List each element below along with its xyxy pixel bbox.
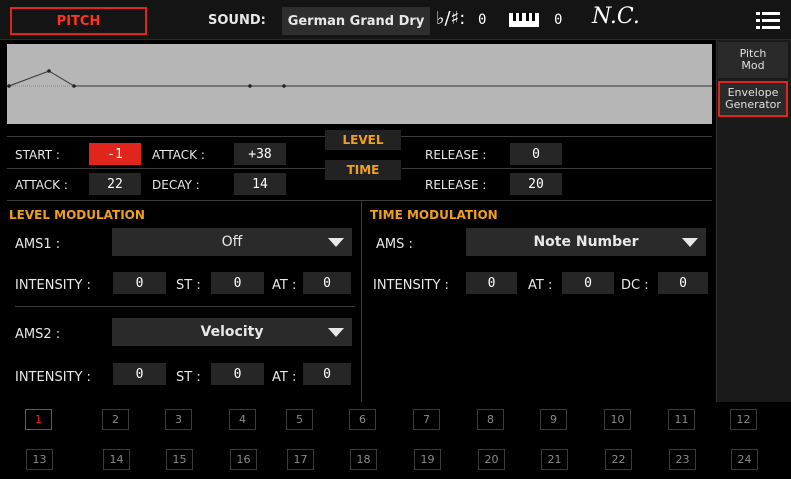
ams2-at-field[interactable]: 0 <box>303 363 351 385</box>
level-tag: LEVEL <box>325 130 401 150</box>
ams1-st-field[interactable]: 0 <box>211 272 264 294</box>
release-time-label: RELEASE : <box>425 178 487 192</box>
chevron-down-icon <box>328 328 344 337</box>
release-level-field[interactable]: 0 <box>510 143 562 165</box>
attack-time-label: ATTACK : <box>15 178 68 192</box>
dc-label: DC : <box>621 278 649 293</box>
pad-button-1[interactable]: 1 <box>25 409 52 430</box>
sound-selector[interactable]: German Grand Dry <box>282 7 430 35</box>
pad-button-14[interactable]: 14 <box>103 449 130 470</box>
decay-time-label: DECAY : <box>152 178 200 192</box>
tab-pitch-mod[interactable]: Pitch Mod <box>718 42 788 78</box>
divider <box>7 200 712 201</box>
pad-button-3[interactable]: 3 <box>165 409 192 430</box>
release-time-field[interactable]: 20 <box>510 173 562 195</box>
st-label: ST : <box>176 370 201 385</box>
attack-level-label: ATTACK : <box>152 148 205 162</box>
time-ams-dropdown[interactable]: Note Number <box>466 228 706 256</box>
ams2-dropdown[interactable]: Velocity <box>112 318 352 346</box>
decay-time-field[interactable]: 14 <box>234 173 286 195</box>
flat-sharp-icon: ♭/♯: <box>436 8 466 29</box>
chevron-down-icon <box>328 238 344 247</box>
pad-button-8[interactable]: 8 <box>477 409 504 430</box>
ams2-st-field[interactable]: 0 <box>211 363 264 385</box>
time-modulation-title: TIME MODULATION <box>370 208 498 222</box>
ams2-label: AMS2 : <box>15 327 61 342</box>
intensity-label: INTENSITY : <box>15 370 91 385</box>
keyboard-icon <box>509 12 539 27</box>
intensity-label: INTENSITY : <box>373 278 449 293</box>
chord-display: N.C. <box>592 4 640 29</box>
pad-button-15[interactable]: 15 <box>166 449 193 470</box>
pad-button-19[interactable]: 19 <box>414 449 441 470</box>
pad-button-10[interactable]: 10 <box>604 409 631 430</box>
ams1-intensity-field[interactable]: 0 <box>113 272 166 294</box>
pad-button-24[interactable]: 24 <box>731 449 758 470</box>
pad-button-23[interactable]: 23 <box>669 449 696 470</box>
level-modulation-title: LEVEL MODULATION <box>9 208 145 222</box>
tab-label-line: Generator <box>725 98 781 111</box>
ams-label: AMS : <box>376 237 413 252</box>
pad-button-21[interactable]: 21 <box>541 449 568 470</box>
pad-button-13[interactable]: 13 <box>26 449 53 470</box>
tab-label-line: Mod <box>741 59 765 72</box>
pad-button-22[interactable]: 22 <box>605 449 632 470</box>
menu-icon[interactable] <box>756 12 780 30</box>
chevron-down-icon <box>682 238 698 247</box>
transpose-value[interactable]: 0 <box>478 12 486 28</box>
at-label: AT : <box>528 278 553 293</box>
pad-button-17[interactable]: 17 <box>287 449 314 470</box>
time-ams-value: Note Number <box>533 234 639 250</box>
tab-envelope-generator[interactable]: Envelope Generator <box>718 81 788 117</box>
ams1-value: Off <box>221 234 243 250</box>
section-divider <box>361 200 362 402</box>
divider <box>7 168 325 169</box>
sound-label: SOUND: <box>208 13 266 28</box>
at-label: AT : <box>272 278 297 293</box>
time-tag: TIME <box>325 160 401 180</box>
ams1-at-field[interactable]: 0 <box>303 272 351 294</box>
divider <box>402 168 712 169</box>
ams2-value: Velocity <box>200 324 264 340</box>
pad-button-16[interactable]: 16 <box>230 449 257 470</box>
pad-button-20[interactable]: 20 <box>478 449 505 470</box>
start-label: START : <box>15 148 60 162</box>
octave-value[interactable]: 0 <box>554 12 562 28</box>
pad-button-4[interactable]: 4 <box>229 409 256 430</box>
release-level-label: RELEASE : <box>425 148 487 162</box>
pad-button-12[interactable]: 12 <box>730 409 757 430</box>
start-level-field[interactable]: -1 <box>89 143 141 165</box>
attack-time-field[interactable]: 22 <box>89 173 141 195</box>
time-intensity-field[interactable]: 0 <box>466 272 517 294</box>
intensity-label: INTENSITY : <box>15 278 91 293</box>
envelope-graph[interactable] <box>7 44 712 124</box>
ams1-label: AMS1 : <box>15 237 61 252</box>
attack-level-field[interactable]: +38 <box>234 143 286 165</box>
pad-button-11[interactable]: 11 <box>668 409 695 430</box>
pad-button-18[interactable]: 18 <box>350 449 377 470</box>
pad-button-5[interactable]: 5 <box>286 409 313 430</box>
time-dc-field[interactable]: 0 <box>658 272 708 294</box>
divider <box>15 306 355 307</box>
ams1-dropdown[interactable]: Off <box>112 228 352 256</box>
st-label: ST : <box>176 278 201 293</box>
ams2-intensity-field[interactable]: 0 <box>113 363 166 385</box>
pad-button-7[interactable]: 7 <box>413 409 440 430</box>
pad-button-9[interactable]: 9 <box>540 409 567 430</box>
pad-button-2[interactable]: 2 <box>102 409 129 430</box>
pad-button-6[interactable]: 6 <box>349 409 376 430</box>
at-label: AT : <box>272 370 297 385</box>
pitch-mode-button[interactable]: PITCH <box>10 7 147 35</box>
time-at-field[interactable]: 0 <box>562 272 614 294</box>
